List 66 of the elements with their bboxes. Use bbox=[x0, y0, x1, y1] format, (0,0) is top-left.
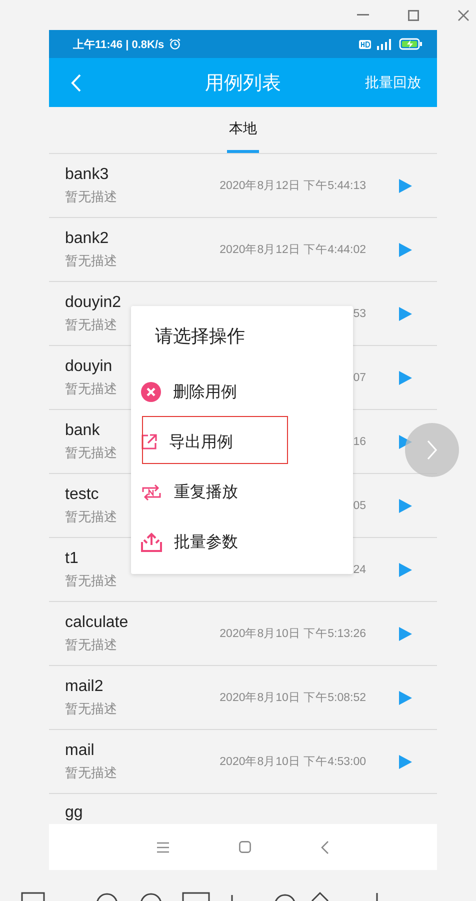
play-icon[interactable] bbox=[399, 178, 412, 192]
case-time: 2020年8月12日 下午5:44:13 bbox=[220, 178, 366, 193]
case-row[interactable]: bank2 暂无描述 2020年8月12日 下午4:44:02 bbox=[49, 218, 437, 282]
case-name: bank2 bbox=[65, 230, 109, 248]
case-name: bank bbox=[65, 422, 100, 440]
case-description: 暂无描述 bbox=[65, 444, 117, 462]
close-icon[interactable] bbox=[458, 10, 469, 20]
repeat-icon bbox=[141, 482, 162, 502]
close-circle-icon bbox=[141, 382, 161, 402]
play-icon[interactable] bbox=[399, 562, 412, 576]
menu-icon[interactable] bbox=[157, 842, 169, 852]
case-time: 05 bbox=[353, 500, 366, 512]
case-name: t1 bbox=[65, 550, 78, 568]
play-icon[interactable] bbox=[399, 306, 412, 320]
play-icon[interactable] bbox=[399, 370, 412, 384]
case-time: 2020年8月10日 下午5:08:52 bbox=[220, 690, 366, 705]
play-icon[interactable] bbox=[399, 498, 412, 512]
case-time: 24 bbox=[353, 564, 366, 576]
alarm-icon bbox=[169, 38, 182, 50]
hd-icon bbox=[359, 40, 371, 48]
case-name: douyin2 bbox=[65, 294, 122, 312]
case-description: 暂无描述 bbox=[65, 380, 117, 398]
battery-charging-icon bbox=[399, 38, 423, 50]
case-time: 16 bbox=[353, 436, 366, 448]
case-description: 暂无描述 bbox=[65, 316, 117, 334]
case-row[interactable]: mail2 暂无描述 2020年8月10日 下午5:08:52 bbox=[49, 666, 437, 730]
case-description: 暂无描述 bbox=[65, 636, 117, 654]
case-name: mail bbox=[65, 742, 94, 760]
play-icon[interactable] bbox=[399, 754, 412, 768]
play-icon[interactable] bbox=[399, 626, 412, 640]
floating-next-button[interactable] bbox=[405, 423, 459, 477]
case-description: 暂无描述 bbox=[65, 508, 117, 526]
home-icon[interactable] bbox=[239, 841, 251, 853]
back-icon[interactable] bbox=[321, 840, 329, 854]
chevron-right-icon bbox=[427, 440, 437, 460]
case-row[interactable]: calculate 暂无描述 2020年8月10日 下午5:13:26 bbox=[49, 602, 437, 666]
case-row[interactable]: mail 暂无描述 2020年8月10日 下午4:53:00 bbox=[49, 730, 437, 794]
case-time: 2020年8月10日 下午5:13:26 bbox=[220, 626, 366, 641]
case-description: 暂无描述 bbox=[65, 764, 117, 782]
upload-tray-icon bbox=[141, 532, 162, 552]
case-description: 暂无描述 bbox=[65, 188, 117, 206]
signal-icon bbox=[376, 38, 394, 50]
case-description: 暂无描述 bbox=[65, 700, 117, 718]
tab[interactable]: 本地 bbox=[227, 107, 259, 153]
case-time: 2020年8月10日 下午4:53:00 bbox=[220, 754, 366, 769]
status-time: 上午11:46 | 0.8K/s bbox=[73, 38, 164, 52]
play-icon[interactable] bbox=[399, 242, 412, 256]
case-time: 2020年8月12日 下午4:44:02 bbox=[220, 242, 366, 257]
case-description: 暂无描述 bbox=[65, 572, 117, 590]
maximize-icon[interactable] bbox=[408, 10, 419, 20]
case-name: testc bbox=[65, 486, 99, 504]
case-time: 53 bbox=[353, 308, 366, 320]
external-link-icon bbox=[141, 434, 157, 450]
minimize-icon[interactable] bbox=[357, 14, 369, 16]
case-name: mail2 bbox=[65, 678, 104, 696]
case-name: calculate bbox=[65, 614, 128, 632]
case-description: 暂无描述 bbox=[65, 252, 117, 270]
case-name: gg bbox=[65, 804, 83, 822]
case-name: bank3 bbox=[65, 166, 109, 184]
play-icon[interactable] bbox=[399, 690, 412, 704]
screen-title: 用例列表 bbox=[204, 70, 282, 96]
case-row[interactable]: bank3 暂无描述 2020年8月12日 下午5:44:13 bbox=[49, 154, 437, 218]
case-row[interactable]: gg bbox=[49, 794, 437, 824]
dialog-title: 请选择操作 bbox=[154, 325, 246, 349]
case-time: 07 bbox=[353, 372, 366, 384]
case-name: douyin bbox=[65, 358, 112, 376]
